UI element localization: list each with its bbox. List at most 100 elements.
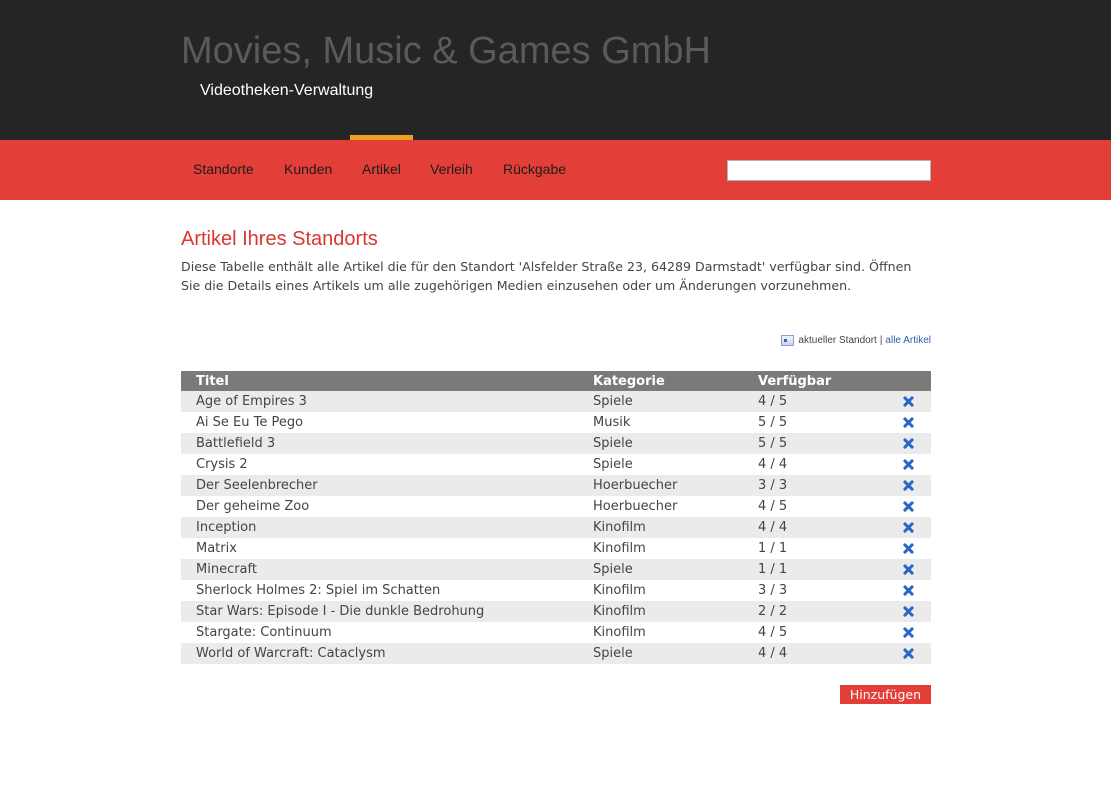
- cell-available: 4 / 4: [743, 643, 883, 664]
- nav-rueckgabe[interactable]: Rückgabe: [503, 161, 566, 177]
- cell-delete: [883, 412, 931, 433]
- filter-all-articles-link[interactable]: alle Artikel: [885, 335, 931, 346]
- table-body: Age of Empires 3 Spiele 4 / 5 Ai Se Eu Te P…: [181, 391, 931, 664]
- table-row[interactable]: Inception Kinofilm 4 / 4: [181, 517, 931, 538]
- table-row[interactable]: Minecraft Spiele 1 / 1: [181, 559, 931, 580]
- delete-x-icon[interactable]: [902, 395, 915, 408]
- nav-kunden[interactable]: Kunden: [284, 161, 332, 177]
- page-title: Artikel Ihres Standorts: [181, 228, 378, 250]
- cell-available: 5 / 5: [743, 433, 883, 454]
- cell-delete: [883, 496, 931, 517]
- cell-category: Spiele: [578, 643, 743, 664]
- cell-category: Kinofilm: [578, 538, 743, 559]
- articles-table: Titel Kategorie Verfügbar Age of Empires…: [181, 371, 931, 664]
- cell-delete: [883, 454, 931, 475]
- nav-artikel[interactable]: Artikel: [362, 161, 401, 177]
- cell-category: Spiele: [578, 391, 743, 412]
- cell-title: Inception: [181, 517, 578, 538]
- cell-category: Spiele: [578, 559, 743, 580]
- delete-x-icon[interactable]: [902, 626, 915, 639]
- cell-title: Der geheime Zoo: [181, 496, 578, 517]
- table-row[interactable]: Stargate: Continuum Kinofilm 4 / 5: [181, 622, 931, 643]
- table-row[interactable]: World of Warcraft: Cataclysm Spiele 4 / 4: [181, 643, 931, 664]
- delete-x-icon[interactable]: [902, 542, 915, 555]
- delete-x-icon[interactable]: [902, 500, 915, 513]
- cell-available: 4 / 4: [743, 454, 883, 475]
- cell-delete: [883, 643, 931, 664]
- cell-available: 4 / 4: [743, 517, 883, 538]
- site-title: Movies, Music & Games GmbH: [181, 30, 711, 72]
- cell-available: 4 / 5: [743, 391, 883, 412]
- cell-delete: [883, 601, 931, 622]
- column-header-available[interactable]: Verfügbar: [743, 371, 883, 391]
- site-subtitle: Videotheken-Verwaltung: [200, 82, 374, 99]
- column-header-title[interactable]: Titel: [181, 371, 578, 391]
- cell-available: 4 / 5: [743, 622, 883, 643]
- cell-category: Kinofilm: [578, 622, 743, 643]
- cell-title: World of Warcraft: Cataclysm: [181, 643, 578, 664]
- search-input[interactable]: [727, 160, 931, 181]
- delete-x-icon[interactable]: [902, 605, 915, 618]
- table-row[interactable]: Der geheime Zoo Hoerbuecher 4 / 5: [181, 496, 931, 517]
- cell-available: 4 / 5: [743, 496, 883, 517]
- main-navigation: Standorte Kunden Artikel Verleih Rückgab…: [0, 140, 1111, 200]
- table-row[interactable]: Matrix Kinofilm 1 / 1: [181, 538, 931, 559]
- table-header-row: Titel Kategorie Verfügbar: [181, 371, 931, 391]
- table-row[interactable]: Crysis 2 Spiele 4 / 4: [181, 454, 931, 475]
- cell-category: Spiele: [578, 454, 743, 475]
- table-row[interactable]: Age of Empires 3 Spiele 4 / 5: [181, 391, 931, 412]
- cell-category: Kinofilm: [578, 601, 743, 622]
- table-row[interactable]: Star Wars: Episode I - Die dunkle Bedroh…: [181, 601, 931, 622]
- column-header-category[interactable]: Kategorie: [578, 371, 743, 391]
- cell-title: Crysis 2: [181, 454, 578, 475]
- location-filter-icon: [781, 335, 795, 346]
- table-row[interactable]: Ai Se Eu Te Pego Musik 5 / 5: [181, 412, 931, 433]
- cell-title: Sherlock Holmes 2: Spiel im Schatten: [181, 580, 578, 601]
- cell-title: Star Wars: Episode I - Die dunkle Bedroh…: [181, 601, 578, 622]
- column-header-actions: [883, 371, 931, 391]
- cell-delete: [883, 433, 931, 454]
- delete-x-icon[interactable]: [902, 584, 915, 597]
- cell-title: Der Seelenbrecher: [181, 475, 578, 496]
- cell-delete: [883, 622, 931, 643]
- cell-available: 3 / 3: [743, 475, 883, 496]
- cell-category: Kinofilm: [578, 580, 743, 601]
- delete-x-icon[interactable]: [902, 479, 915, 492]
- cell-delete: [883, 580, 931, 601]
- cell-available: 3 / 3: [743, 580, 883, 601]
- cell-delete: [883, 475, 931, 496]
- cell-title: Stargate: Continuum: [181, 622, 578, 643]
- delete-x-icon[interactable]: [902, 458, 915, 471]
- filter-separator: |: [879, 335, 883, 346]
- cell-category: Musik: [578, 412, 743, 433]
- cell-available: 2 / 2: [743, 601, 883, 622]
- cell-category: Hoerbuecher: [578, 475, 743, 496]
- cell-category: Spiele: [578, 433, 743, 454]
- delete-x-icon[interactable]: [902, 416, 915, 429]
- cell-title: Matrix: [181, 538, 578, 559]
- table-row[interactable]: Der Seelenbrecher Hoerbuecher 3 / 3: [181, 475, 931, 496]
- cell-available: 5 / 5: [743, 412, 883, 433]
- article-filter: aktueller Standort | alle Artikel: [781, 335, 931, 346]
- filter-current-location[interactable]: aktueller Standort: [798, 335, 876, 346]
- cell-title: Minecraft: [181, 559, 578, 580]
- cell-delete: [883, 559, 931, 580]
- cell-available: 1 / 1: [743, 559, 883, 580]
- nav-verleih[interactable]: Verleih: [430, 161, 473, 177]
- site-header: Movies, Music & Games GmbH Videotheken-V…: [0, 0, 1111, 140]
- delete-x-icon[interactable]: [902, 563, 915, 576]
- delete-x-icon[interactable]: [902, 647, 915, 660]
- nav-standorte[interactable]: Standorte: [193, 161, 254, 177]
- page-description: Diese Tabelle enthält alle Artikel die f…: [181, 257, 931, 295]
- cell-delete: [883, 391, 931, 412]
- table-row[interactable]: Sherlock Holmes 2: Spiel im Schatten Kino…: [181, 580, 931, 601]
- cell-delete: [883, 517, 931, 538]
- cell-title: Age of Empires 3: [181, 391, 578, 412]
- delete-x-icon[interactable]: [902, 521, 915, 534]
- delete-x-icon[interactable]: [902, 437, 915, 450]
- add-article-button[interactable]: Hinzufügen: [839, 685, 931, 704]
- table-row[interactable]: Battlefield 3 Spiele 5 / 5: [181, 433, 931, 454]
- cell-title: Battlefield 3: [181, 433, 578, 454]
- description-line-1: Diese Tabelle enthält alle Artikel die f…: [181, 259, 866, 274]
- cell-delete: [883, 538, 931, 559]
